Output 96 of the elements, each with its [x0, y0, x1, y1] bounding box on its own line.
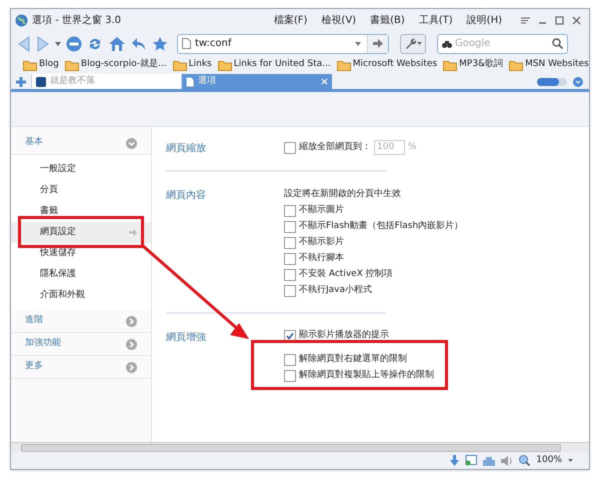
option-label: 不執行腳本 — [299, 252, 344, 266]
checkbox[interactable] — [284, 237, 296, 249]
bookmark[interactable]: Microsoft Websites — [336, 58, 438, 72]
checkbox[interactable] — [284, 142, 296, 154]
checkbox[interactable] — [284, 370, 296, 382]
search-input[interactable]: Google — [455, 36, 549, 51]
section-title: 網頁縮放 — [166, 142, 207, 156]
checkbox[interactable] — [284, 269, 296, 281]
dropdown-icon[interactable] — [355, 42, 361, 46]
folder-icon — [443, 60, 458, 70]
search-icon[interactable] — [552, 38, 563, 49]
section-note: 設定將在新開啟的分頁中生效 — [284, 188, 402, 201]
menu-item[interactable]: 檔案(F) — [268, 12, 312, 28]
page-icon — [182, 38, 191, 49]
option-label: 不顯示Flash動畫（包括Flash內嵌影片） — [299, 220, 464, 234]
page-icon — [186, 76, 194, 86]
bookmark[interactable]: MP3&歌詞 — [443, 58, 504, 72]
home-icon[interactable] — [108, 36, 126, 52]
bookmark[interactable]: Links — [172, 58, 212, 72]
zoom-icon[interactable] — [519, 455, 530, 466]
dropdown-icon[interactable] — [55, 42, 61, 46]
site-icon — [36, 76, 46, 86]
address-bar[interactable]: tw:conf — [177, 34, 389, 54]
stop-icon[interactable] — [66, 36, 82, 52]
bookmark[interactable]: Blog — [23, 58, 59, 72]
window-title: 選項 - 世界之窗 3.0 — [32, 14, 122, 28]
folder-icon — [172, 60, 187, 70]
sidebar-item[interactable]: 網頁設定 — [11, 222, 151, 243]
folder-icon — [509, 60, 524, 70]
plus-icon — [16, 76, 26, 86]
sidebar-group[interactable]: 進階 — [11, 310, 151, 333]
sidebar-item[interactable]: 分頁 — [11, 180, 151, 201]
chevron-icon[interactable] — [126, 316, 137, 326]
unit-label: % — [408, 140, 417, 154]
menu-item[interactable]: 書籤(B) — [365, 12, 410, 28]
caret-icon[interactable] — [568, 459, 573, 462]
sidebar-group[interactable]: 更多 — [11, 356, 151, 379]
checkbox[interactable] — [284, 253, 296, 265]
binoculars-icon — [442, 40, 452, 48]
bookmark[interactable]: MSN Websites — [509, 58, 589, 72]
bookmark[interactable]: Blog-scorpio-就是... — [64, 58, 167, 72]
tools-button[interactable] — [400, 34, 426, 54]
chevron-icon[interactable] — [126, 362, 137, 372]
undo-icon[interactable] — [131, 36, 147, 52]
star-icon[interactable] — [152, 36, 168, 52]
folder-icon — [64, 60, 79, 70]
option-label: 解除網頁對右鍵選單的限制 — [299, 353, 407, 366]
folder-icon — [23, 60, 37, 70]
folder-icon — [218, 60, 232, 70]
sidebar-group[interactable]: 加強功能 — [11, 333, 151, 356]
sidebar-item[interactable]: 快速儲存 — [11, 243, 151, 264]
address-value: tw:conf — [195, 37, 233, 51]
section-title: 網頁增強 — [166, 330, 207, 344]
scroll-toggle-icon[interactable] — [537, 78, 567, 86]
folder-icon — [336, 60, 351, 70]
option-label: 不執行Java小程式 — [299, 284, 372, 298]
wrench-icon — [404, 38, 416, 49]
menu-item[interactable]: 檢視(V) — [316, 12, 362, 28]
checkbox[interactable] — [284, 221, 296, 233]
option-label: 不顯示圖片 — [299, 204, 344, 218]
sidebar-item[interactable]: 書籤 — [11, 201, 151, 222]
close-icon[interactable] — [572, 16, 581, 24]
globe-icon — [15, 14, 28, 26]
checkbox[interactable] — [284, 285, 296, 297]
chevron-down-icon[interactable] — [573, 76, 583, 86]
sidebar-item[interactable]: 介面和外觀 — [11, 285, 151, 306]
chevron-icon[interactable] — [126, 338, 137, 350]
option-label: 不安裝 ActiveX 控制項 — [299, 268, 393, 282]
tray-icon[interactable] — [483, 456, 496, 466]
maximize-icon[interactable] — [555, 16, 564, 24]
menu-item[interactable]: 說明(H) — [462, 12, 507, 28]
back-icon[interactable] — [17, 36, 31, 52]
menu-item[interactable]: 工具(T) — [414, 12, 458, 28]
forward-icon[interactable] — [36, 36, 50, 52]
chevron-down-icon[interactable] — [126, 138, 137, 148]
checkbox[interactable] — [284, 205, 296, 217]
download-icon[interactable] — [450, 455, 460, 466]
section-title: 網頁內容 — [166, 188, 207, 203]
bookmark[interactable]: Links for United Sta... — [218, 58, 331, 72]
search-field[interactable]: Google — [437, 34, 568, 54]
zoom-level[interactable]: 100% — [536, 454, 562, 468]
sidebar-item[interactable]: 隱私保護 — [11, 264, 151, 285]
window-icon[interactable] — [465, 455, 478, 466]
checkbox[interactable] — [284, 354, 296, 366]
arrow-right-icon — [129, 229, 137, 236]
option-label: 不顯示影片 — [299, 236, 344, 250]
option-label: 顯示影片播放器的提示 — [299, 329, 389, 342]
option-label: 縮放全部網頁到： — [299, 140, 371, 154]
horizontal-scrollbar[interactable] — [11, 442, 589, 452]
caret-icon — [416, 42, 422, 45]
go-button[interactable] — [367, 34, 388, 52]
menu-icon[interactable] — [521, 16, 530, 24]
arrow-right-icon — [373, 39, 383, 48]
speaker-icon[interactable] — [501, 456, 514, 466]
sidebar-item[interactable]: 一般設定 — [11, 159, 151, 180]
option-label: 解除網頁對複製貼上等操作的限制 — [299, 369, 434, 382]
